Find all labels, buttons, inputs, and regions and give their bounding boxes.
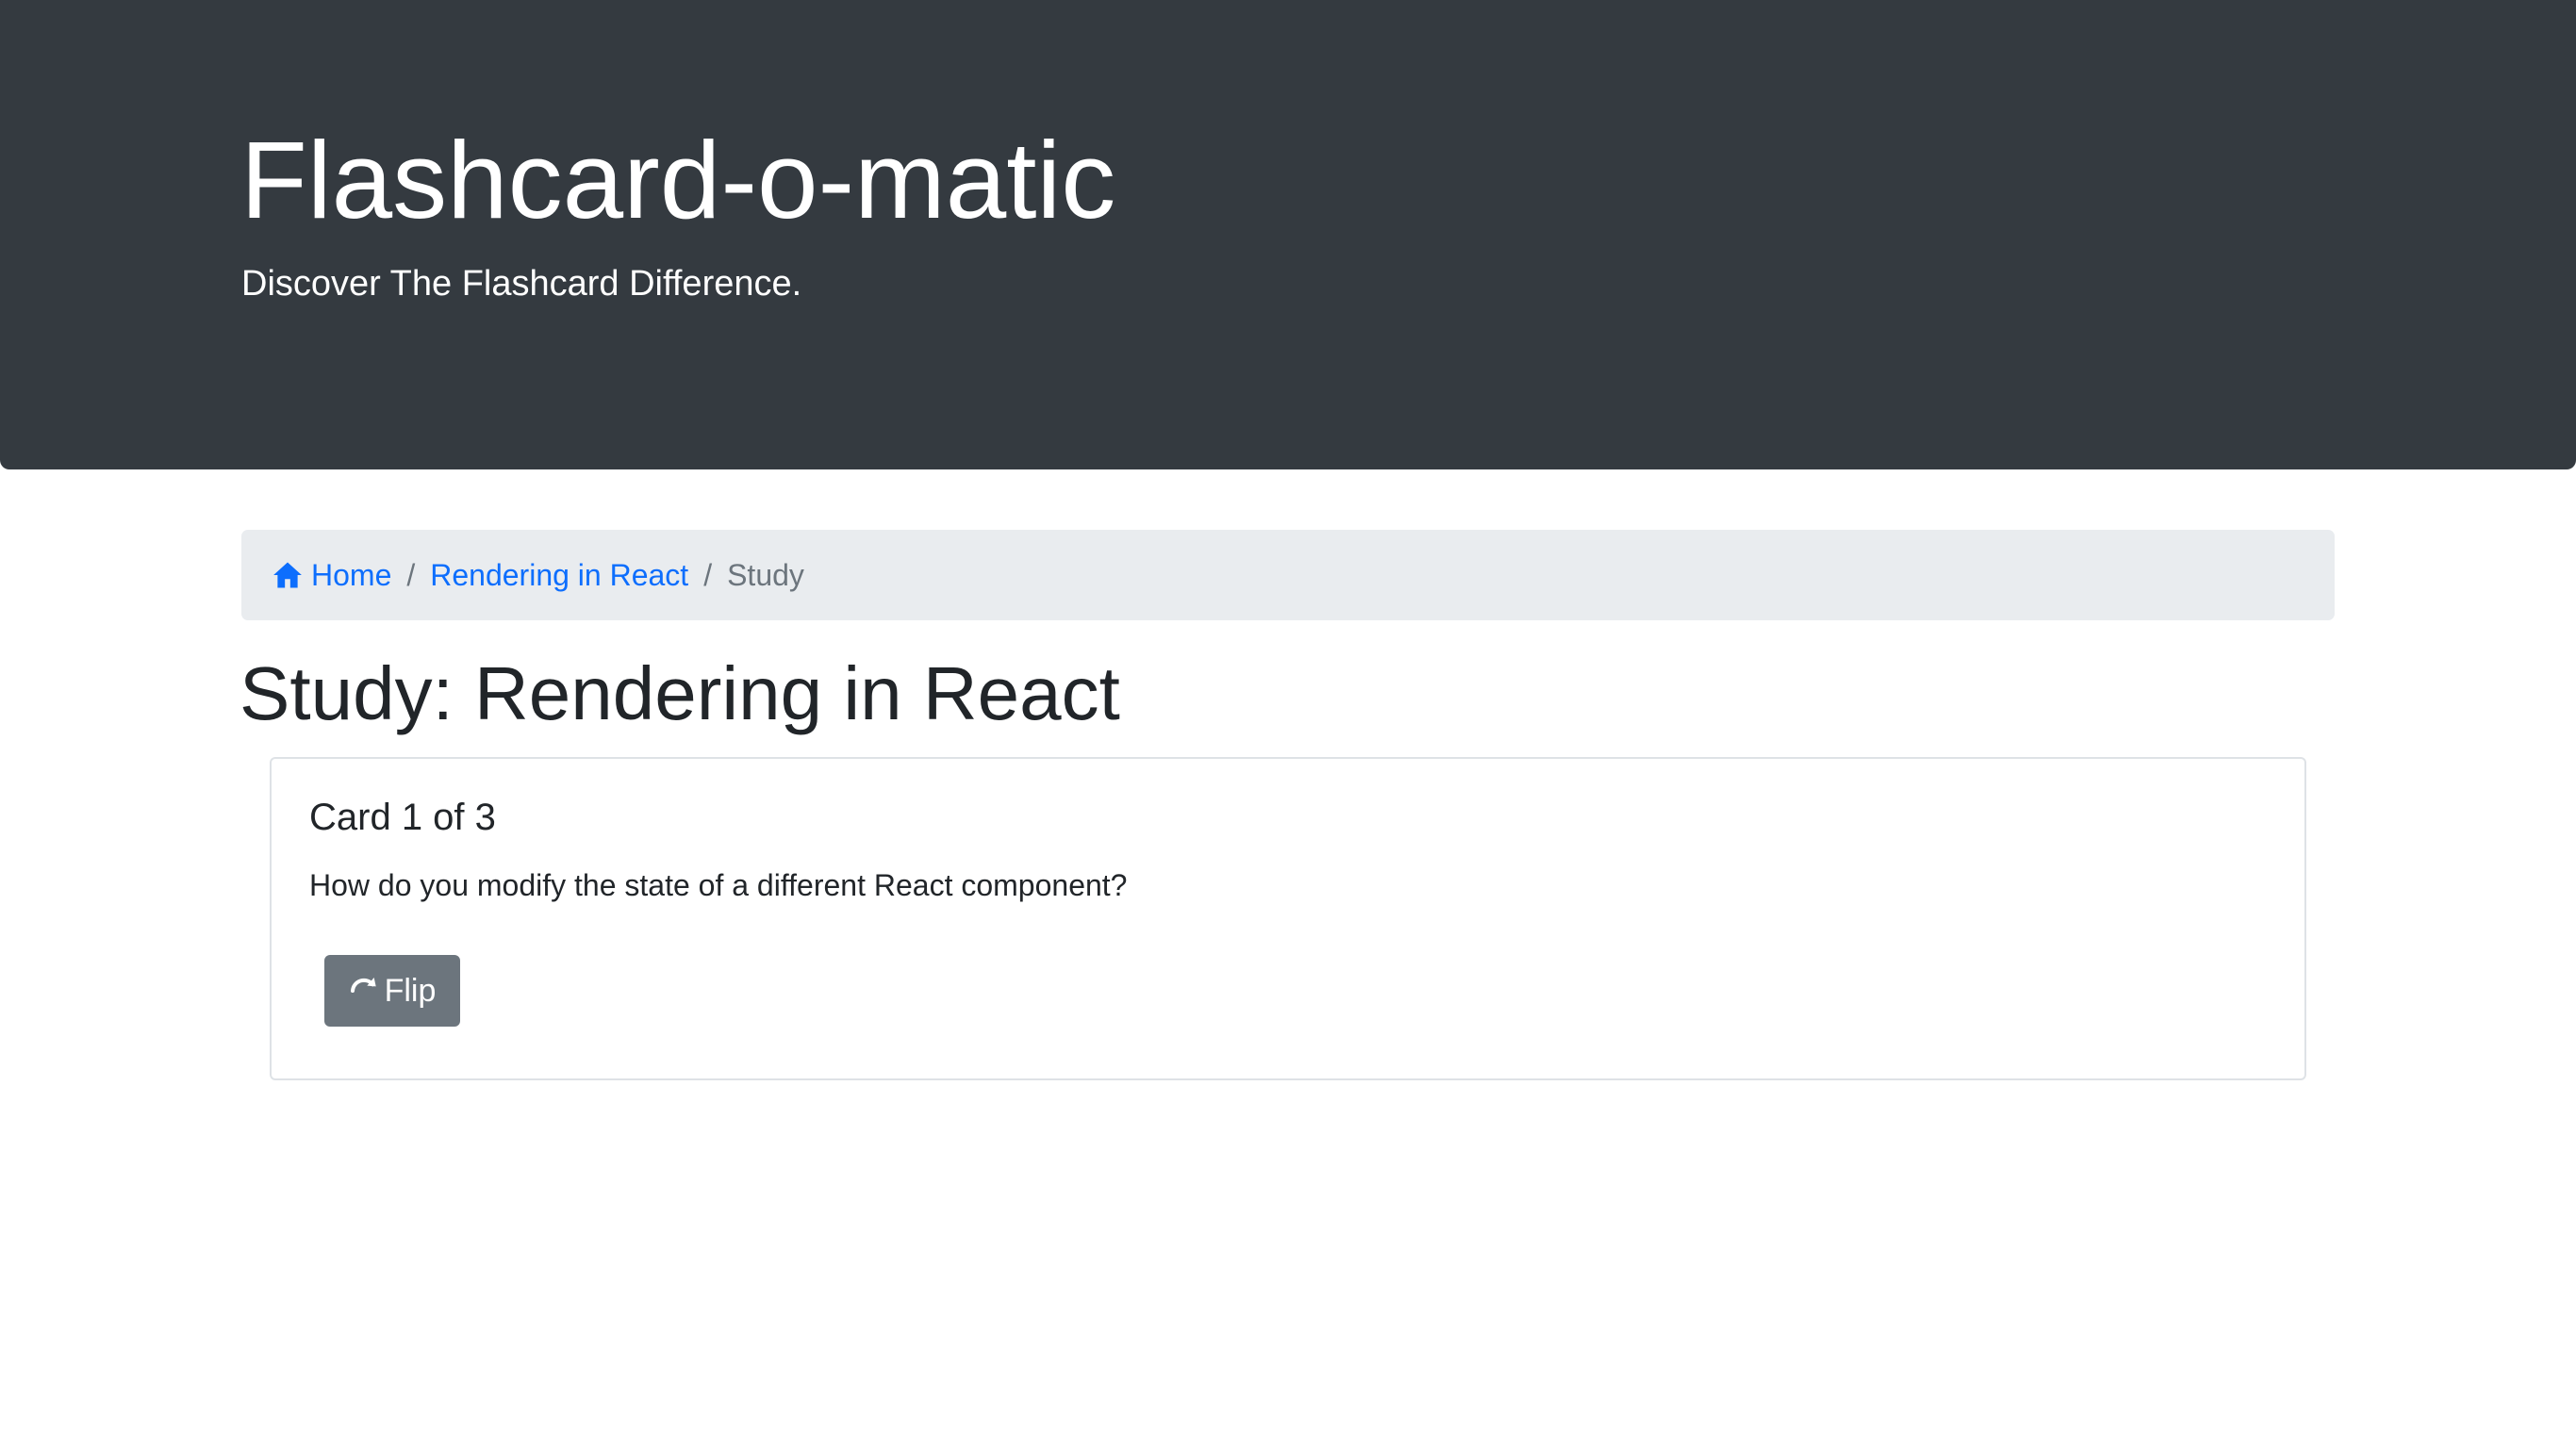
header-jumbotron: Flashcard-o-matic Discover The Flashcard… <box>0 0 2576 469</box>
breadcrumb-separator: / <box>406 557 416 592</box>
flip-arrow-icon <box>349 976 379 1006</box>
card-counter-title: Card 1 of 3 <box>309 797 496 838</box>
flashcard: Card 1 of 3 How do you modify the state … <box>270 757 2306 1080</box>
app-title: Flashcard-o-matic <box>240 119 1116 241</box>
breadcrumb-current: Study <box>727 557 804 592</box>
breadcrumb-home-label: Home <box>311 557 392 592</box>
breadcrumb-home-link[interactable]: Home <box>272 558 391 593</box>
app-tagline: Discover The Flashcard Difference. <box>241 264 802 304</box>
card-front-text: How do you modify the state of a differe… <box>309 868 1128 902</box>
breadcrumb: Home / Rendering in React / Study <box>241 530 2335 620</box>
breadcrumb-separator: / <box>703 557 713 592</box>
breadcrumb-deck-link[interactable]: Rendering in React <box>430 558 688 593</box>
home-icon <box>272 559 304 591</box>
flip-button-label: Flip <box>384 972 437 1009</box>
flip-button[interactable]: Flip <box>324 955 460 1027</box>
page-title: Study: Rendering in React <box>239 651 1120 735</box>
